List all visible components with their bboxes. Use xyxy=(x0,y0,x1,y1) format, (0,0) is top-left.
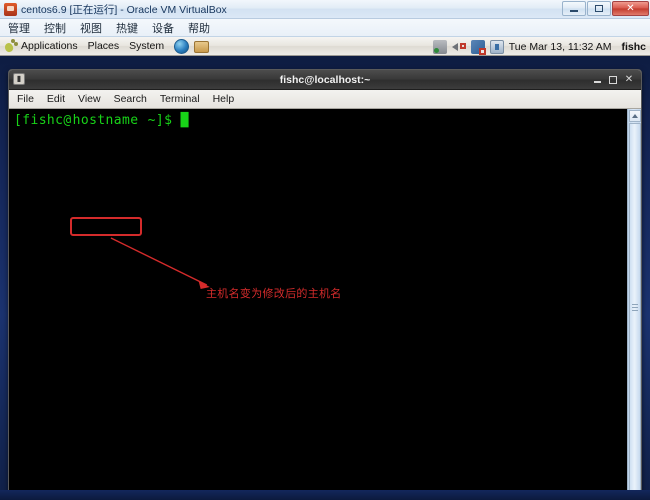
maximize-icon xyxy=(595,5,603,12)
terminal-scrollbar[interactable] xyxy=(627,109,641,500)
gnome-top-panel: Applications Places System Tue Mar 13, 1… xyxy=(0,37,650,56)
scrollbar-grip-icon xyxy=(632,303,638,312)
prompt-hostname: hostname xyxy=(72,113,139,128)
maximize-button[interactable] xyxy=(587,1,611,16)
vbox-menu-devices[interactable]: 设备 xyxy=(150,19,176,37)
vbox-menu-help[interactable]: 帮助 xyxy=(186,19,212,37)
panel-tray-area: Tue Mar 13, 11:32 AM fishc xyxy=(432,37,646,56)
minimize-icon xyxy=(570,10,578,12)
annotation-label: 主机名变为修改后的主机名 xyxy=(206,288,342,300)
terminal-titlebar: ▮ fishc@localhost:~ ✕ xyxy=(9,70,641,90)
panel-clock[interactable]: Tue Mar 13, 11:32 AM xyxy=(509,41,612,53)
terminal-output-area[interactable]: [fishc@hostname ~]$ █ xyxy=(9,109,627,500)
prompt-open-bracket: [ xyxy=(14,113,23,128)
email-client-icon[interactable] xyxy=(194,41,210,53)
desktop-bottom-strip xyxy=(0,490,650,500)
panel-username[interactable]: fishc xyxy=(621,41,646,53)
terminal-icon: ▮ xyxy=(13,73,25,85)
virtualbox-menubar: 管理 控制 视图 热键 设备 帮助 xyxy=(0,19,650,37)
terminal-menu-view[interactable]: View xyxy=(78,93,101,105)
prompt-username: fishc xyxy=(22,113,64,128)
gnome-foot-icon[interactable] xyxy=(3,39,17,53)
scroll-up-icon[interactable] xyxy=(629,110,641,122)
panel-menu-system[interactable]: System xyxy=(129,40,164,52)
vbox-menu-manage[interactable]: 管理 xyxy=(6,19,32,37)
terminal-menu-terminal[interactable]: Terminal xyxy=(160,93,200,105)
network-manager-icon[interactable] xyxy=(470,39,486,55)
close-button[interactable]: ✕ xyxy=(612,1,649,16)
maximize-icon xyxy=(609,75,617,84)
terminal-body[interactable]: [fishc@hostname ~]$ █ 主机名变为修改后的主机名 吆 酷知 xyxy=(9,109,641,500)
guest-screen: Applications Places System Tue Mar 13, 1… xyxy=(0,37,650,500)
terminal-title: fishc@localhost:~ xyxy=(279,73,371,86)
close-icon: ✕ xyxy=(626,2,635,14)
virtualbox-titlebar: centos6.9 [正在运行] - Oracle VM VirtualBox … xyxy=(0,0,650,19)
panel-menu-places[interactable]: Places xyxy=(88,40,120,52)
terminal-cursor: █ xyxy=(180,113,189,128)
prompt-path-suffix: ~]$ xyxy=(139,113,181,128)
terminal-menu-edit[interactable]: Edit xyxy=(47,93,65,105)
window-title: centos6.9 [正在运行] - Oracle VM VirtualBox xyxy=(21,3,227,16)
software-update-icon[interactable] xyxy=(489,39,504,54)
terminal-menu-file[interactable]: File xyxy=(17,93,34,105)
panel-menu-applications[interactable]: Applications xyxy=(21,40,78,52)
web-browser-icon[interactable] xyxy=(174,38,190,54)
vbox-menu-control[interactable]: 控制 xyxy=(42,19,68,37)
shell-prompt-line: [fishc@hostname ~]$ █ xyxy=(14,113,627,129)
vbox-menu-view[interactable]: 视图 xyxy=(78,19,104,37)
vbox-menu-hotkey[interactable]: 热键 xyxy=(114,19,140,37)
window-controls: ✕ xyxy=(561,1,649,16)
terminal-window-controls: ✕ xyxy=(588,70,636,89)
terminal-maximize-button[interactable] xyxy=(606,73,620,87)
network-icon[interactable] xyxy=(432,39,447,54)
terminal-menubar: File Edit View Search Terminal Help xyxy=(9,90,641,109)
terminal-menu-search[interactable]: Search xyxy=(114,93,147,105)
virtualbox-window: centos6.9 [正在运行] - Oracle VM VirtualBox … xyxy=(0,0,650,500)
virtualbox-icon xyxy=(4,2,17,16)
terminal-menu-help[interactable]: Help xyxy=(213,93,235,105)
minimize-icon xyxy=(593,81,601,83)
scrollbar-thumb[interactable] xyxy=(629,123,641,492)
terminal-window: ▮ fishc@localhost:~ ✕ File Edit View Sea… xyxy=(8,69,642,500)
minimize-button[interactable] xyxy=(562,1,586,16)
terminal-close-button[interactable]: ✕ xyxy=(622,73,636,87)
volume-muted-icon[interactable] xyxy=(451,40,466,54)
terminal-minimize-button[interactable] xyxy=(590,73,604,87)
prompt-at-sign: @ xyxy=(63,113,72,128)
